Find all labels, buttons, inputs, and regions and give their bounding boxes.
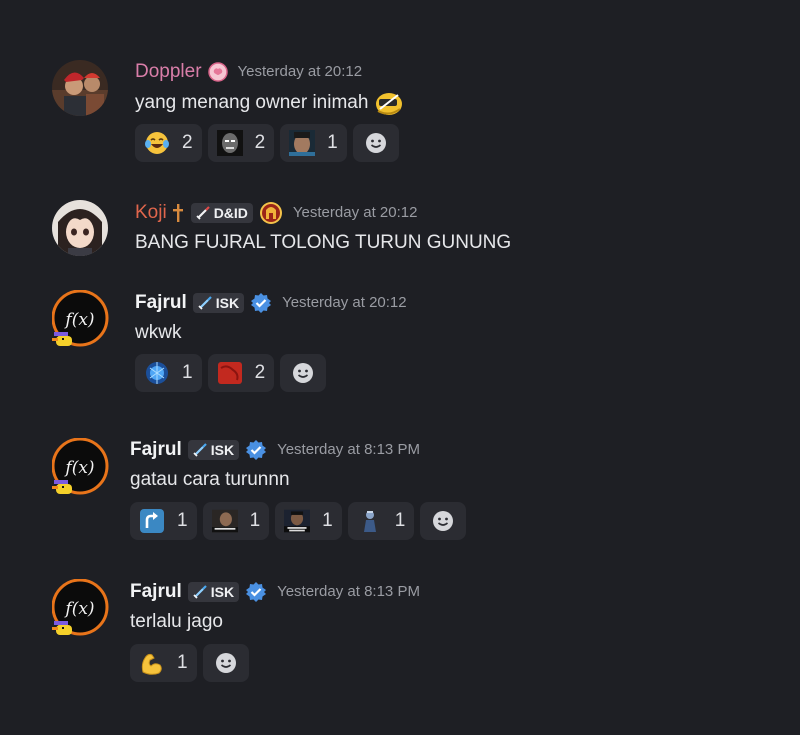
sword-icon — [197, 295, 213, 311]
message-content: BANG FUJRAL TOLONG TURUN GUNUNG — [135, 230, 511, 256]
avatar[interactable] — [52, 60, 108, 116]
reaction[interactable]: 1 — [135, 354, 202, 392]
reactions-bar: 1 2 — [135, 354, 327, 392]
message-content: wkwk — [135, 320, 181, 346]
reaction-count: 1 — [322, 510, 333, 531]
message-text: terlalu jago — [130, 611, 223, 632]
brain-role-icon — [207, 62, 228, 82]
reaction[interactable]: 1 — [202, 502, 270, 540]
server-tag[interactable]: ISK — [187, 440, 240, 460]
reaction[interactable]: 1 — [130, 502, 197, 540]
custom-figure-emoji-icon — [356, 508, 383, 534]
verified-icon — [250, 292, 272, 314]
svg-text:f(x): f(x) — [63, 458, 94, 478]
message-text: gatau cara turunnn — [130, 469, 290, 490]
reaction-count: 1 — [182, 362, 193, 383]
helmet-emoji-icon — [374, 89, 404, 117]
add-reaction-button[interactable] — [202, 644, 249, 682]
message-header: Doppler Yesterday at 20:12 — [135, 60, 362, 84]
tag-label: ISK — [215, 295, 240, 311]
reaction[interactable]: 2 — [207, 124, 275, 162]
custom-face-emoji-icon — [216, 130, 243, 156]
timestamp: Yesterday at 20:12 — [292, 204, 418, 221]
username[interactable]: Fajrul — [130, 580, 182, 604]
verified-icon — [245, 581, 267, 603]
arrow-up-right-emoji-icon — [139, 508, 165, 534]
helmet-role-icon — [259, 201, 283, 225]
avatar[interactable] — [52, 200, 108, 256]
reaction-count: 1 — [249, 510, 261, 531]
server-tag[interactable]: D&ID — [190, 203, 253, 223]
reaction-count: 2 — [254, 132, 266, 153]
reaction-count: 2 — [254, 362, 266, 383]
message-content: yang menang owner inimah — [135, 89, 404, 117]
message-text: yang menang owner inimah — [135, 92, 369, 113]
avatar[interactable]: f(x) — [52, 438, 109, 495]
reaction-count: 1 — [327, 132, 338, 153]
reactions-bar: 1 1 1 1 — [130, 502, 467, 540]
username[interactable]: Fajrul — [135, 291, 187, 315]
reaction[interactable]: 1 — [280, 124, 347, 162]
laughing-crying-emoji-icon — [144, 130, 170, 156]
message-header: Fajrul ISK Yesterday at 8:13 PM — [130, 580, 420, 604]
reactions-bar: 2 2 1 — [135, 124, 399, 162]
message-text: wkwk — [135, 322, 182, 343]
reaction[interactable]: 1 — [275, 502, 342, 540]
svg-text:f(x): f(x) — [63, 599, 94, 619]
username[interactable]: Fajrul — [130, 438, 182, 462]
add-reaction-button[interactable] — [352, 124, 399, 162]
message-content: gatau cara turunnn — [130, 467, 290, 493]
tag-label: D&ID — [213, 205, 248, 221]
avatar[interactable]: f(x) — [52, 290, 109, 347]
reaction[interactable]: 2 — [135, 124, 202, 162]
add-reaction-icon — [291, 361, 315, 385]
add-reaction-button[interactable] — [280, 354, 327, 392]
blue-brain-emoji-icon — [144, 360, 170, 386]
add-reaction-icon — [431, 509, 455, 533]
sword-icon — [192, 584, 208, 600]
reaction[interactable]: 1 — [347, 502, 415, 540]
reaction-count: 1 — [177, 510, 188, 531]
custom-meme-emoji-2-icon — [284, 508, 311, 534]
reaction-count: 1 — [177, 652, 188, 673]
server-tag[interactable]: ISK — [192, 293, 245, 313]
sword-icon — [195, 205, 211, 221]
timestamp: Yesterday at 20:12 — [237, 63, 363, 80]
reaction[interactable]: 2 — [207, 354, 275, 392]
avatar[interactable]: f(x) — [52, 579, 109, 636]
flexed-biceps-emoji-icon — [139, 650, 165, 676]
add-reaction-button[interactable] — [420, 502, 467, 540]
reaction[interactable]: 1 — [130, 644, 197, 682]
message-header: Fajrul ISK Yesterday at 8:13 PM — [130, 438, 420, 462]
reactions-bar: 1 — [130, 644, 249, 682]
reaction-count: 2 — [182, 132, 193, 153]
timestamp: Yesterday at 20:12 — [282, 294, 407, 311]
message-content: terlalu jago — [130, 609, 223, 635]
sword-icon — [192, 442, 208, 458]
add-reaction-icon — [364, 131, 388, 155]
cross-icon — [171, 203, 185, 223]
verified-icon — [245, 439, 267, 461]
custom-photo-emoji-icon — [289, 130, 316, 156]
tag-label: ISK — [210, 442, 235, 458]
server-tag[interactable]: ISK — [187, 582, 240, 602]
timestamp: Yesterday at 8:13 PM — [277, 583, 420, 600]
message-header: Koji D&ID Yesterday at 20:12 — [135, 201, 417, 225]
add-reaction-icon — [214, 651, 238, 675]
svg-text:f(x): f(x) — [63, 310, 94, 330]
reaction-count: 1 — [394, 510, 406, 531]
username[interactable]: Doppler — [135, 60, 202, 84]
message-header: Fajrul ISK Yesterday at 20:12 — [135, 291, 407, 315]
tag-label: ISK — [210, 584, 235, 600]
username[interactable]: Koji — [135, 201, 167, 225]
message-text: BANG FUJRAL TOLONG TURUN GUNUNG — [135, 232, 512, 253]
custom-meme-emoji-1-icon — [211, 508, 238, 534]
red-blob-emoji-icon — [217, 360, 243, 386]
timestamp: Yesterday at 8:13 PM — [277, 441, 420, 458]
